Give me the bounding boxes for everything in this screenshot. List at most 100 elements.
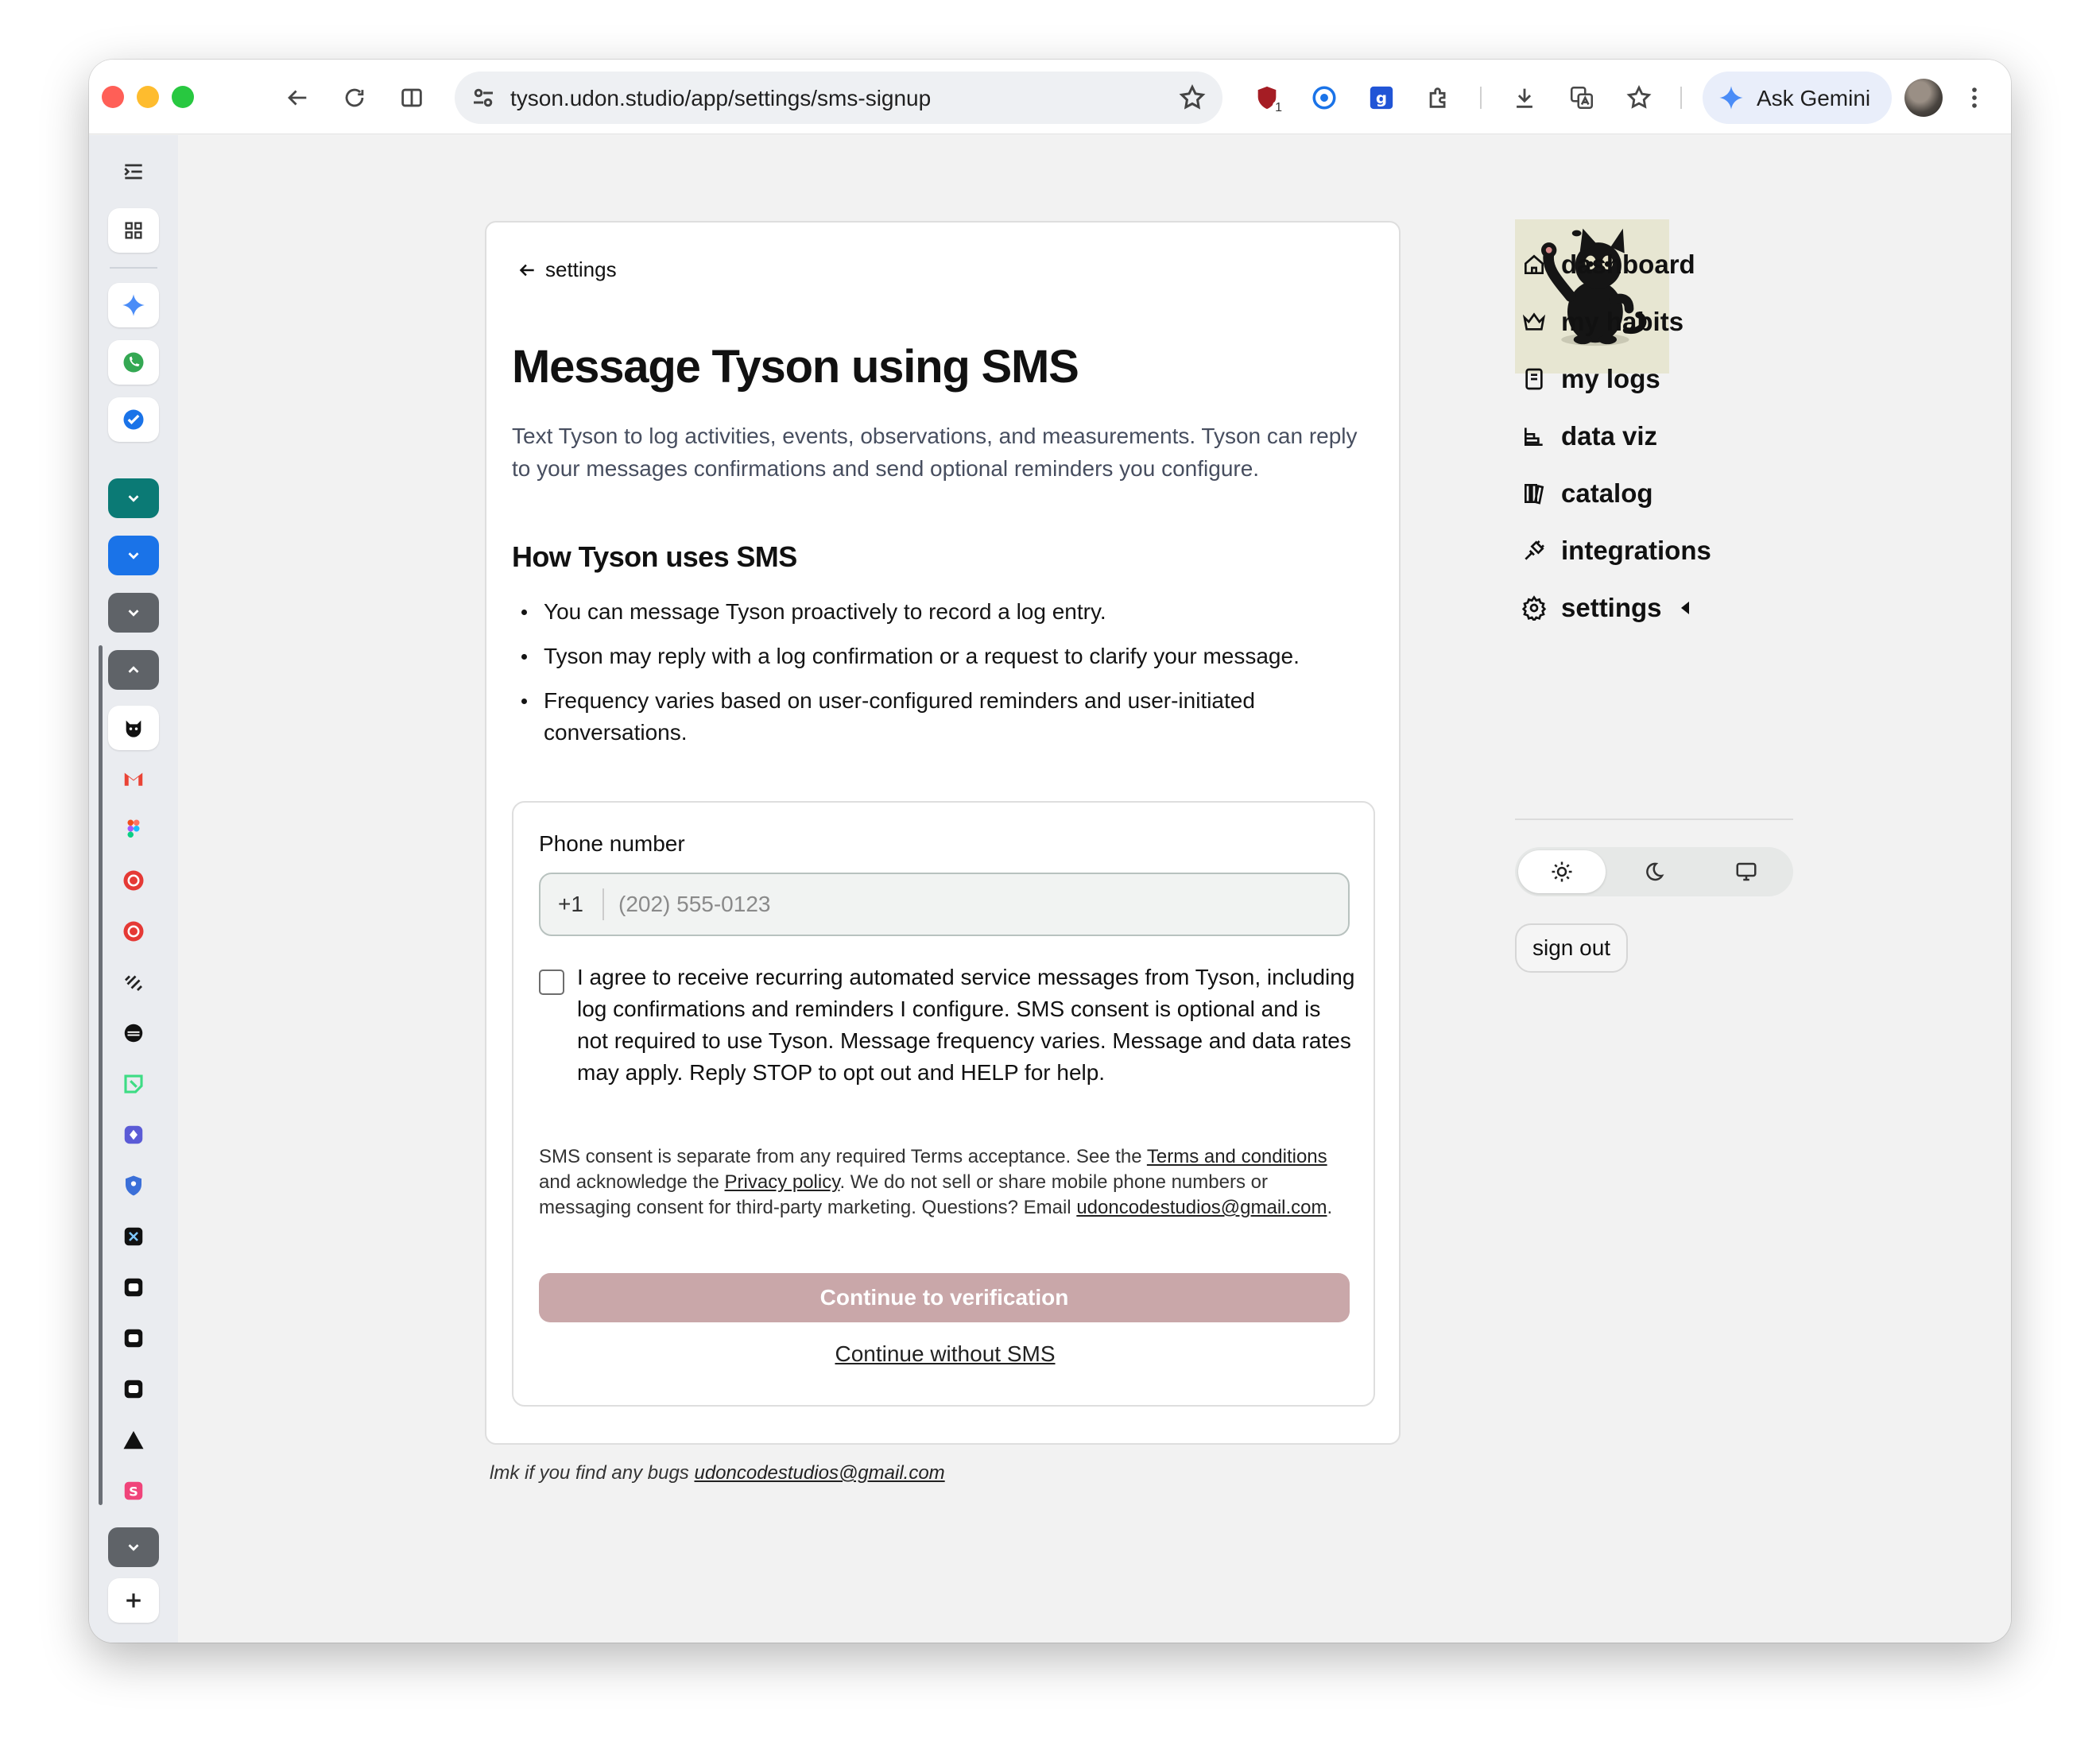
profile-avatar[interactable] [1904,79,1943,117]
theme-switcher [1515,847,1793,896]
maximize-window-button[interactable] [172,86,194,108]
back-icon[interactable] [280,80,315,115]
nav-label: my logs [1561,364,1660,393]
email-link[interactable]: udoncodestudios@gmail.com [1076,1197,1327,1218]
nav-label: dashboard [1561,250,1695,279]
consent-text: I agree to receive recurring automated s… [577,965,1355,1085]
new-tab-plus-icon[interactable] [108,1578,159,1623]
continue-without-sms-link[interactable]: Continue without SMS [513,1341,1377,1367]
tab-search-grid-icon[interactable] [108,208,159,253]
monitor-icon [1736,862,1757,881]
phone-number-label: Phone number [539,831,685,856]
reload-icon[interactable] [337,80,372,115]
notebook-icon [1525,368,1543,390]
back-link-label: settings [545,257,617,281]
app-tab-disc-icon[interactable] [108,1011,159,1055]
nav-divider [1515,819,1793,820]
app-tab-red-1-icon[interactable] [108,858,159,903]
extension-badge: 1 [1273,101,1284,115]
close-window-button[interactable] [102,86,124,108]
phone-number-field[interactable]: +1 [539,873,1350,936]
tab-group-indicator [99,645,103,1505]
tab-divider [110,267,157,269]
app-tab-dark-1-icon[interactable] [108,1214,159,1259]
site-settings-icon[interactable] [469,83,498,112]
fine-print-text: SMS consent is separate from any require… [539,1146,1147,1167]
privacy-link[interactable]: Privacy policy [725,1171,840,1193]
app-tab-shield-icon[interactable] [108,1163,159,1208]
phone-app-tab-icon[interactable] [108,340,159,385]
app-tab-dark-4-icon[interactable] [108,1367,159,1411]
list-item: You can message Tyson proactively to rec… [512,596,1346,628]
nav-dashboard[interactable]: dashboard [1521,246,1695,283]
fine-print: SMS consent is separate from any require… [539,1144,1350,1221]
tasks-tab-icon[interactable] [108,397,159,442]
phone-number-input[interactable] [618,874,1334,935]
fine-print-text: . [1327,1197,1333,1218]
tyson-cat-logo[interactable] [1515,219,1669,373]
nav-my-habits[interactable]: my habits [1521,304,1683,340]
gmail-tab-icon[interactable] [108,757,159,801]
tab-group-grey-chevron-up-icon[interactable] [108,650,159,690]
bookmark-star-icon[interactable] [1178,83,1207,112]
moon-icon [1646,862,1664,881]
app-tab-triangle-icon[interactable] [108,1418,159,1462]
toolbar-divider [1680,87,1682,109]
tyson-cat-tab-icon[interactable] [108,706,159,750]
sms-consent-checkbox[interactable] [539,970,564,995]
nav-settings[interactable]: settings [1521,590,1689,626]
sms-usage-list: You can message Tyson proactively to rec… [512,596,1346,761]
footer-email-link[interactable]: udoncodestudios@gmail.com [694,1462,944,1484]
sun-icon [1552,861,1572,882]
translate-icon[interactable] [1564,80,1599,115]
vertical-tab-strip: S [89,135,178,1643]
url-text[interactable]: tyson.udon.studio/app/settings/sms-signu… [510,86,931,111]
gemini-sparkle-icon [1719,86,1743,110]
tab-group-blue-chevron-down-icon[interactable] [108,536,159,575]
shield-extension-icon[interactable]: 1 [1250,80,1284,115]
continue-to-verification-button[interactable]: Continue to verification [539,1273,1350,1322]
list-item: Tyson may reply with a log confirmation … [512,641,1346,672]
password-extension-icon[interactable] [1307,80,1342,115]
collapse-sidebar-icon[interactable] [108,149,159,194]
nav-data-viz[interactable]: data viz [1521,418,1657,455]
tab-group-teal-chevron-down-icon[interactable] [108,478,159,518]
sms-signup-card: settings Message Tyson using SMS Text Ty… [485,221,1401,1445]
section-title: How Tyson uses SMS [512,540,797,573]
tab-group-grey-chevron-down-icon[interactable] [108,593,159,633]
theme-dark-button[interactable] [1610,850,1698,893]
nav-integrations[interactable]: integrations [1521,532,1711,569]
app-tab-dark-2-icon[interactable] [108,1265,159,1310]
sign-out-button[interactable]: sign out [1515,923,1629,973]
app-tab-pink-icon[interactable]: S [108,1469,159,1513]
reading-list-star-icon[interactable] [1621,80,1656,115]
kebab-menu-icon[interactable] [1957,80,1992,115]
country-code: +1 [558,892,583,916]
page-title: Message Tyson using SMS [512,341,1079,393]
app-tab-green-icon[interactable] [108,1062,159,1106]
tab-group-bottom-chevron-down-icon[interactable] [108,1527,159,1567]
figma-tab-icon[interactable] [108,807,159,852]
squarespace-tab-icon[interactable] [108,960,159,1004]
gemini-tab-icon[interactable] [108,283,159,327]
app-tab-red-2-icon[interactable] [108,909,159,954]
address-bar[interactable]: tyson.udon.studio/app/settings/sms-signu… [455,72,1222,124]
terms-link[interactable]: Terms and conditions [1147,1146,1327,1167]
split-view-icon[interactable] [394,80,429,115]
extensions-puzzle-icon[interactable] [1421,80,1456,115]
theme-light-button[interactable] [1518,850,1606,893]
crown-icon [1522,312,1546,331]
download-icon[interactable] [1507,80,1542,115]
app-tab-dark-3-icon[interactable] [108,1316,159,1360]
ask-gemini-button[interactable]: Ask Gemini [1703,72,1892,124]
minimize-window-button[interactable] [137,86,159,108]
theme-system-button[interactable] [1703,850,1790,893]
back-to-settings-link[interactable]: settings [517,257,617,282]
app-tab-indigo-icon[interactable] [108,1113,159,1157]
nav-catalog[interactable]: catalog [1521,475,1653,512]
grammar-extension-icon[interactable]: g [1364,80,1399,115]
nav-my-logs[interactable]: my logs [1521,361,1660,397]
plug-icon [1525,540,1544,560]
home-icon [1525,254,1544,274]
country-code-divider [602,888,604,920]
